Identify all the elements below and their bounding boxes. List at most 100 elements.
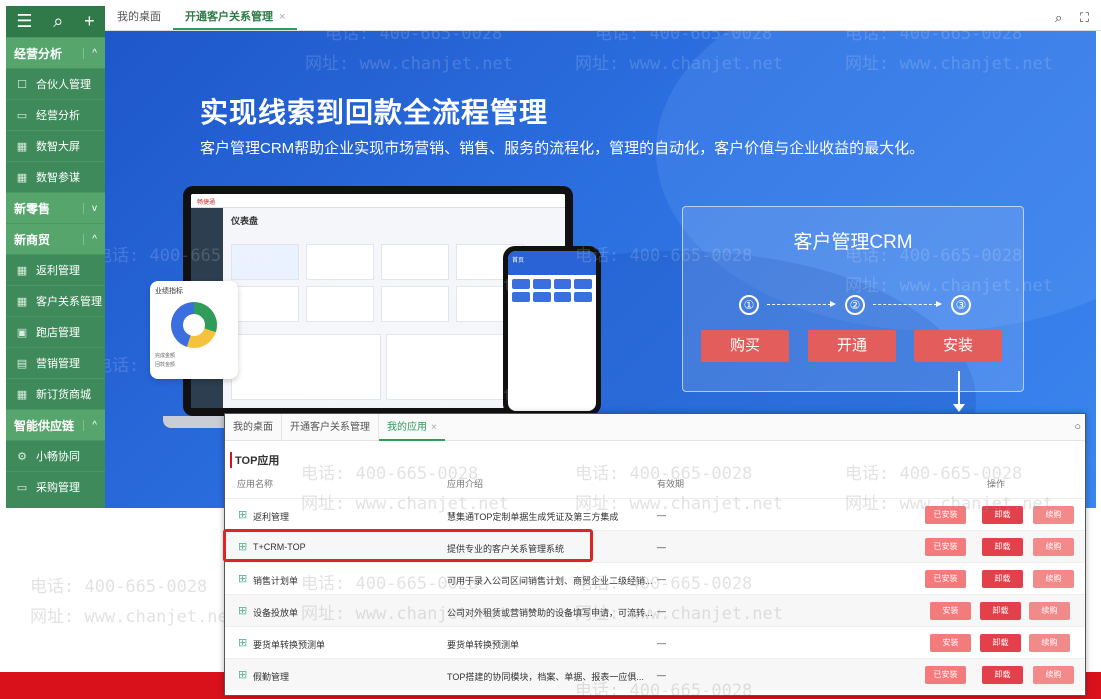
installed-button[interactable]: 已安装 (925, 570, 966, 588)
activate-button[interactable]: 开通 (808, 330, 896, 362)
search-icon[interactable]: ⌕ (53, 11, 63, 32)
watermark-site: 网址: www.chanjet.net (30, 607, 238, 627)
sidebar-section-trade[interactable]: 新商贸 ^ (6, 223, 105, 254)
sidebar-item-collab[interactable]: ⚙ 小畅协同 (6, 440, 105, 471)
kpi-card (381, 286, 449, 322)
purchase-icon: ▭ (16, 481, 28, 494)
fullscreen-icon[interactable]: ⛶ (1080, 10, 1089, 25)
kpi-card (231, 244, 299, 280)
crm-panel-title: 客户管理CRM (793, 232, 913, 253)
renew-button[interactable]: 续购 (1033, 506, 1074, 524)
expand-icon[interactable]: ⊞ (238, 604, 247, 617)
kpi-card (306, 286, 374, 322)
search-icon[interactable]: ⌕ (1055, 10, 1062, 25)
monitor-icon: ▭ (16, 109, 28, 122)
kpi-card (306, 244, 374, 280)
laptop-brand: 畅捷通 (191, 194, 565, 208)
watermark-phone: 电话: 400-665-0028 (325, 31, 503, 44)
table-row[interactable]: ⊞ 假勤管理 TOP搭建的协同模块，档案、单据、报表一应俱... — 已安装 卸… (225, 658, 1085, 690)
sidebar-section-analysis[interactable]: 经营分析 ^ (6, 37, 105, 68)
popup-tab-my-apps[interactable]: 我的应用 × (379, 414, 445, 441)
partner-icon: ☐ (17, 78, 27, 91)
column-header-actions: 操作 (987, 479, 1006, 489)
kpi-card (381, 244, 449, 280)
chevron-up-icon[interactable]: ^ (83, 233, 97, 245)
install-button[interactable]: 安装 (914, 330, 1002, 362)
banner-subline: 客户管理CRM帮助企业实现市场营销、销售、服务的流程化，管理的自动化，客户价值与… (200, 140, 925, 157)
highlight-box (223, 529, 593, 562)
renew-button[interactable]: 续购 (1029, 602, 1070, 620)
table-header: 应用名称 应用介绍 有效期 操作 (225, 477, 1085, 497)
expand-icon[interactable]: ⊞ (238, 572, 247, 585)
uninstall-button[interactable]: 卸载 (982, 570, 1023, 588)
installed-button[interactable]: 已安装 (925, 666, 966, 684)
sidebar-item-order-mall[interactable]: ▦ 新订货商城 (6, 378, 105, 409)
expand-icon[interactable]: ⊞ (238, 636, 247, 649)
sidebar-item-advisor[interactable]: ▦ 数智参谋 (6, 161, 105, 192)
expand-icon[interactable]: ⊞ (238, 508, 247, 521)
sidebar-item-store-visit[interactable]: ▣ 跑店管理 (6, 316, 105, 347)
kpi-card (231, 286, 299, 322)
performance-card: 业绩指标 完成金额 回款金额 (150, 281, 238, 379)
uninstall-button[interactable]: 卸载 (982, 538, 1023, 556)
step-3-icon: ③ (951, 295, 971, 315)
app-tile (532, 279, 551, 289)
arrow-right-icon (767, 301, 836, 307)
store-icon: ▣ (16, 326, 28, 339)
sidebar-item-marketing[interactable]: ▤ 营销管理 (6, 347, 105, 378)
table-row[interactable]: ⊞ 返利管理 慧集通TOP定制单据生成凭证及第三方集成 — 已安装 卸载 续购 (225, 498, 1085, 530)
chevron-up-icon[interactable]: ^ (83, 419, 97, 431)
perf-legend-item: 完成金额 (155, 353, 176, 359)
grid-icon: ▦ (16, 171, 28, 184)
sidebar-section-supply-chain[interactable]: 智能供应链 ^ (6, 409, 105, 440)
tab-my-desktop[interactable]: 我的桌面 (105, 5, 173, 30)
grid-icon: ▦ (16, 295, 28, 308)
sidebar-item-crm[interactable]: ▦ 客户关系管理 (6, 285, 105, 316)
sidebar-item-purchase[interactable]: ▭ 采购管理 (6, 471, 105, 502)
popup-tab-open-crm[interactable]: 开通客户关系管理 (282, 414, 379, 441)
perf-title: 业绩指标 (155, 288, 183, 295)
search-icon[interactable]: ○ (1074, 421, 1081, 433)
uninstall-button[interactable]: 卸载 (980, 602, 1021, 620)
plus-icon[interactable]: + (84, 11, 95, 32)
installed-button[interactable]: 已安装 (925, 506, 966, 524)
sidebar-item-big-screen[interactable]: ▦ 数智大屏 (6, 130, 105, 161)
sidebar-item-partner[interactable]: ☐ 合伙人管理 (6, 68, 105, 99)
tab-open-crm[interactable]: 开通客户关系管理 × (173, 5, 298, 30)
buy-button[interactable]: 购买 (701, 330, 789, 362)
phone-screen: 首页 (508, 251, 596, 411)
sidebar-item-business-analysis[interactable]: ▭ 经营分析 (6, 99, 105, 130)
uninstall-button[interactable]: 卸载 (982, 506, 1023, 524)
grid-icon: ▦ (16, 140, 28, 153)
app-tile (574, 292, 592, 302)
renew-button[interactable]: 续购 (1033, 666, 1074, 684)
sidebar-item-rebate[interactable]: ▦ 返利管理 (6, 254, 105, 285)
column-header-desc: 应用介绍 (447, 479, 484, 489)
renew-button[interactable]: 续购 (1033, 570, 1074, 588)
renew-button[interactable]: 续购 (1033, 538, 1074, 556)
bar-chart-icon: ▤ (16, 357, 28, 370)
install-button[interactable]: 安装 (930, 634, 971, 652)
chevron-down-icon[interactable]: v (83, 202, 97, 214)
menu-icon[interactable]: ☰ (16, 11, 32, 32)
popup-tab-my-desktop[interactable]: 我的桌面 (225, 414, 282, 441)
table-row[interactable]: ⊞ 设备投放单 公司对外租赁或营销赞助的设备填写申请，可流转... — 安装 卸… (225, 594, 1085, 626)
table-row[interactable]: ⊞ 销售计划单 可用于录入公司区间销售计划、商贸企业二级经销... — 已安装 … (225, 562, 1085, 594)
table-row[interactable]: ⊞ 要货单转换预测单 要货单转换预测单 — 安装 卸载 续购 (225, 626, 1085, 658)
renew-button[interactable]: 续购 (1029, 634, 1070, 652)
watermark-phone: 电话: 400-665-0028 (30, 577, 208, 597)
close-icon[interactable]: × (431, 422, 437, 433)
chevron-up-icon[interactable]: ^ (83, 47, 97, 59)
phone-app-grid (508, 275, 596, 306)
sidebar: ☰ ⌕ + 经营分析 ^ ☐ 合伙人管理 ▭ 经营分析 ▦ 数智大屏 ▦ 数智参谋 新零… (6, 6, 105, 508)
expand-icon[interactable]: ⊞ (238, 668, 247, 681)
close-icon[interactable]: × (279, 11, 285, 23)
uninstall-button[interactable]: 卸载 (980, 634, 1021, 652)
sidebar-section-retail[interactable]: 新零售 v (6, 192, 105, 223)
step-2-icon: ② (845, 295, 865, 315)
grid-icon: ▦ (16, 264, 28, 277)
installed-button[interactable]: 已安装 (925, 538, 966, 556)
column-header-validity: 有效期 (657, 479, 685, 489)
install-button[interactable]: 安装 (930, 602, 971, 620)
uninstall-button[interactable]: 卸载 (982, 666, 1023, 684)
